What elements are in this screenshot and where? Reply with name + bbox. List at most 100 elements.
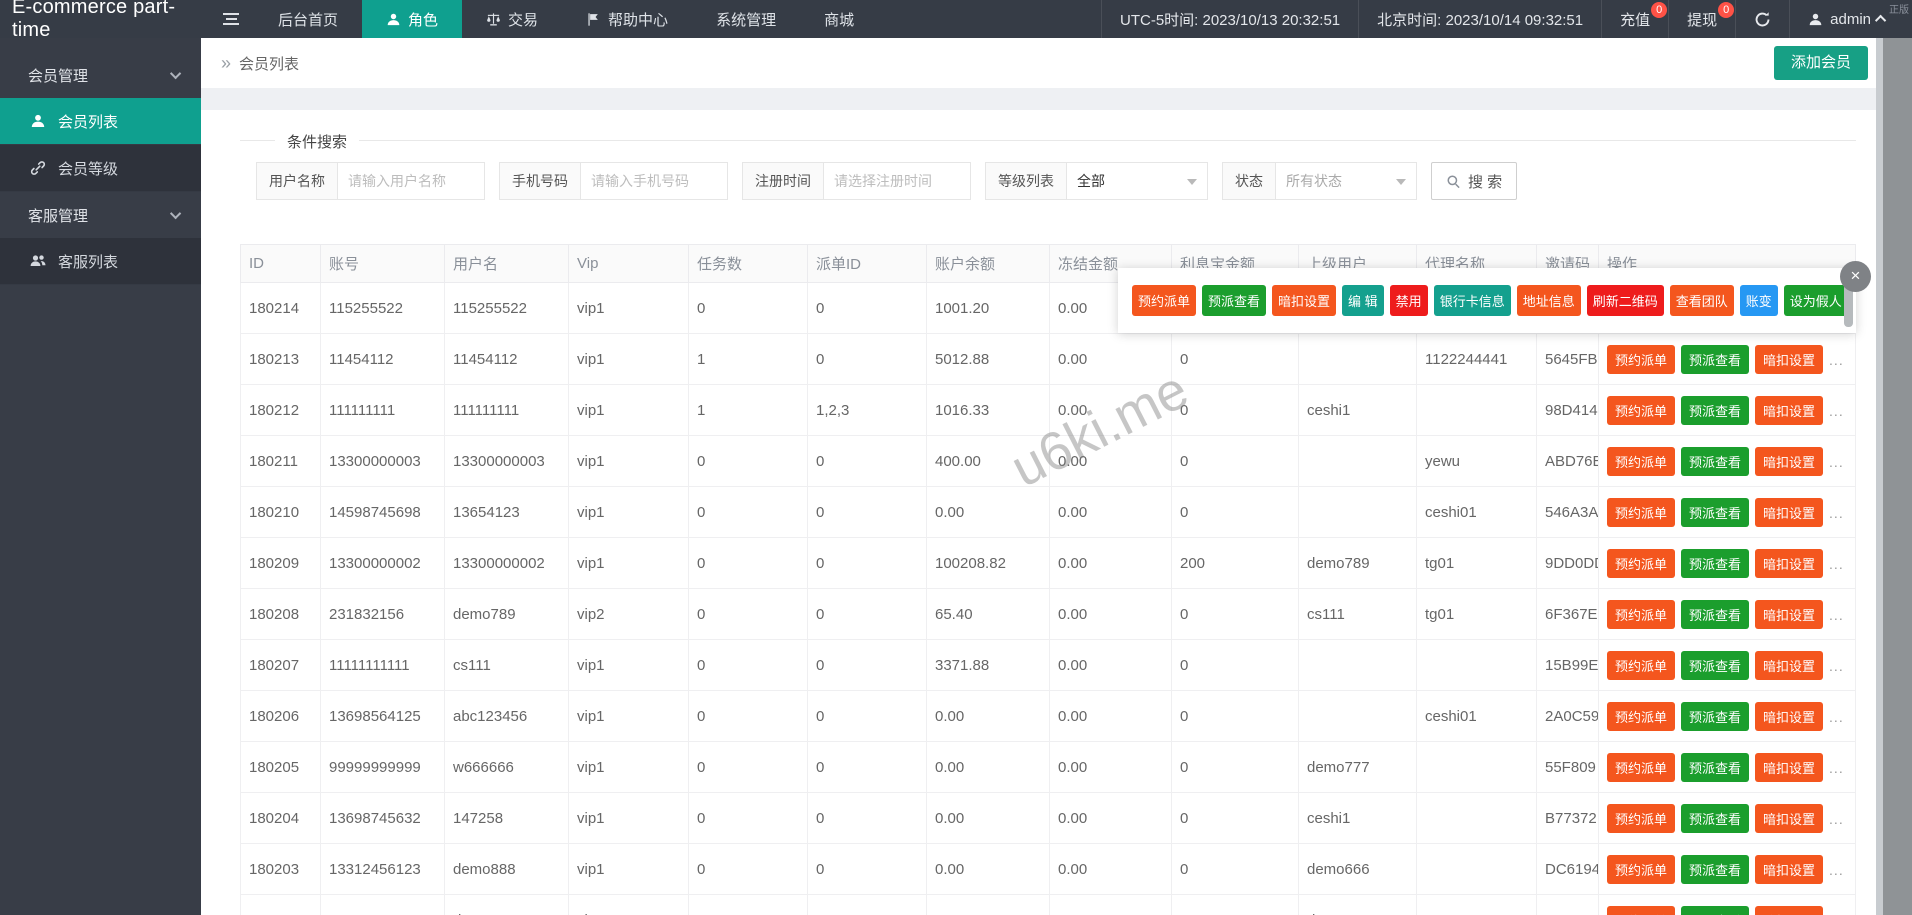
filter-input-2[interactable]: [823, 162, 971, 200]
sidebar-item-0-0[interactable]: 会员列表: [0, 98, 201, 145]
popup-action-button[interactable]: 银行卡信息: [1433, 285, 1511, 316]
more-actions-button[interactable]: ...: [1829, 403, 1844, 419]
popup-action-button[interactable]: 刷新二维码: [1586, 285, 1664, 316]
row-action-button[interactable]: 预派查看: [1681, 854, 1750, 884]
cell-actions: 预约派单预派查看暗扣设置...: [1598, 384, 1856, 436]
filter-input-0[interactable]: [337, 162, 485, 200]
row-action-button[interactable]: 暗扣设置: [1755, 701, 1824, 731]
row-action-button[interactable]: 暗扣设置: [1755, 344, 1824, 374]
sidebar-item-1-0[interactable]: 客服列表: [0, 238, 201, 285]
close-icon[interactable]: ×: [1840, 261, 1871, 292]
filter-input-1[interactable]: [580, 162, 728, 200]
refresh-button[interactable]: [1735, 0, 1789, 38]
popup-action-button[interactable]: 地址信息: [1516, 285, 1581, 316]
withdraw-link[interactable]: 提现 0: [1668, 0, 1735, 38]
cell-balance: 100208.82: [926, 537, 1050, 589]
more-actions-button[interactable]: ...: [1829, 607, 1844, 623]
row-action-button[interactable]: 预约派单: [1607, 650, 1676, 680]
row-action-button[interactable]: 暗扣设置: [1755, 905, 1824, 915]
popup-action-button[interactable]: 设为假人: [1783, 285, 1848, 316]
more-actions-button[interactable]: ...: [1829, 454, 1844, 470]
more-actions-button[interactable]: ...: [1829, 658, 1844, 674]
row-action-button[interactable]: 暗扣设置: [1755, 548, 1824, 578]
popup-action-button[interactable]: 账变: [1739, 285, 1778, 316]
sidebar-group-1[interactable]: 客服管理: [0, 192, 201, 238]
add-member-button[interactable]: 添加会员: [1773, 46, 1868, 80]
popup-action-button[interactable]: 查看团队: [1669, 285, 1734, 316]
popup-action-button[interactable]: 编 辑: [1342, 285, 1384, 316]
popup-action-button[interactable]: 暗扣设置: [1272, 285, 1337, 316]
nav-item-5[interactable]: 商城: [800, 0, 878, 38]
more-actions-button[interactable]: ...: [1829, 760, 1844, 776]
row-action-button[interactable]: 预约派单: [1607, 752, 1676, 782]
nav-item-4[interactable]: 系统管理: [692, 0, 800, 38]
cell-agent: [1416, 639, 1537, 691]
more-actions-button[interactable]: ...: [1829, 862, 1844, 878]
row-action-button[interactable]: 预约派单: [1607, 599, 1676, 629]
cell-frozen: 0.00: [1049, 690, 1172, 742]
row-action-button[interactable]: 预派查看: [1681, 701, 1750, 731]
filter-select-3[interactable]: 全部: [1066, 162, 1208, 200]
page-title: 会员列表: [239, 55, 300, 73]
row-action-button[interactable]: 预约派单: [1607, 344, 1676, 374]
cell-account: 99999999999: [320, 741, 445, 793]
nav-item-1[interactable]: 角色: [362, 0, 463, 38]
row-action-button[interactable]: 预派查看: [1681, 344, 1750, 374]
row-action-button[interactable]: 预约派单: [1607, 905, 1676, 915]
popup-action-button[interactable]: 预约派单: [1132, 285, 1197, 316]
row-action-button[interactable]: 预约派单: [1607, 548, 1676, 578]
cell-account: 115255522: [320, 282, 445, 334]
more-actions-button[interactable]: ...: [1829, 556, 1844, 572]
row-action-button[interactable]: 暗扣设置: [1755, 650, 1824, 680]
row-action-button[interactable]: 暗扣设置: [1755, 395, 1824, 425]
row-action-button[interactable]: 预约派单: [1607, 701, 1676, 731]
page-scrollbar[interactable]: [1876, 38, 1912, 915]
row-action-button[interactable]: 预派查看: [1681, 803, 1750, 833]
nav-item-2[interactable]: 交易: [462, 0, 562, 38]
row-action-button[interactable]: 预派查看: [1681, 395, 1750, 425]
row-action-button[interactable]: 预派查看: [1681, 497, 1750, 527]
nav-item-3[interactable]: 帮助中心: [562, 0, 692, 38]
row-action-button[interactable]: 预约派单: [1607, 395, 1676, 425]
cell-tasks: 0: [688, 435, 808, 487]
column-header: 用户名: [444, 244, 569, 283]
row-action-button[interactable]: 预约派单: [1607, 497, 1676, 527]
select-value: 全部: [1077, 173, 1105, 189]
row-action-button[interactable]: 预派查看: [1681, 446, 1750, 476]
row-action-button[interactable]: 预约派单: [1607, 446, 1676, 476]
nav-item-0[interactable]: 后台首页: [254, 0, 362, 38]
row-action-button[interactable]: 暗扣设置: [1755, 752, 1824, 782]
row-action-button[interactable]: 暗扣设置: [1755, 803, 1824, 833]
row-action-button[interactable]: 预约派单: [1607, 854, 1676, 884]
row-action-button[interactable]: 预派查看: [1681, 599, 1750, 629]
topbar: E-commerce part-time 后台首页 角色 交易 帮助中心 系统管理 商城 …: [0, 0, 1912, 41]
search-button[interactable]: 搜 索: [1431, 162, 1518, 200]
row-action-button[interactable]: 暗扣设置: [1755, 599, 1824, 629]
breadcrumb-bar: » 会员列表 添加会员: [201, 38, 1876, 88]
sidebar: 会员管理 会员列表 会员等级 客服管理 客服列表: [0, 38, 201, 915]
row-action-button[interactable]: 预派查看: [1681, 905, 1750, 915]
row-action-button[interactable]: 暗扣设置: [1755, 497, 1824, 527]
popup-action-button[interactable]: 预派查看: [1202, 285, 1267, 316]
sidebar-item-0-1[interactable]: 会员等级: [0, 145, 201, 192]
row-action-button[interactable]: 预派查看: [1681, 752, 1750, 782]
cell-id: 180202: [240, 894, 321, 915]
recharge-link[interactable]: 充值 0: [1601, 0, 1668, 38]
cell-parent: [1298, 690, 1417, 742]
filter-label: 注册时间: [742, 162, 823, 200]
row-action-button[interactable]: 预派查看: [1681, 650, 1750, 680]
sidebar-group-0[interactable]: 会员管理: [0, 52, 201, 98]
cell-tasks: 0: [688, 741, 808, 793]
cell-id: 180208: [240, 588, 321, 640]
filter-select-4[interactable]: 所有状态: [1275, 162, 1417, 200]
more-actions-button[interactable]: ...: [1829, 505, 1844, 521]
row-action-button[interactable]: 暗扣设置: [1755, 446, 1824, 476]
row-action-button[interactable]: 预派查看: [1681, 548, 1750, 578]
row-action-button[interactable]: 暗扣设置: [1755, 854, 1824, 884]
more-actions-button[interactable]: ...: [1829, 811, 1844, 827]
hamburger-menu-icon[interactable]: [208, 0, 254, 38]
popup-action-button[interactable]: 禁用: [1389, 285, 1428, 316]
row-action-button[interactable]: 预约派单: [1607, 803, 1676, 833]
more-actions-button[interactable]: ...: [1829, 709, 1844, 725]
more-actions-button[interactable]: ...: [1829, 352, 1844, 368]
